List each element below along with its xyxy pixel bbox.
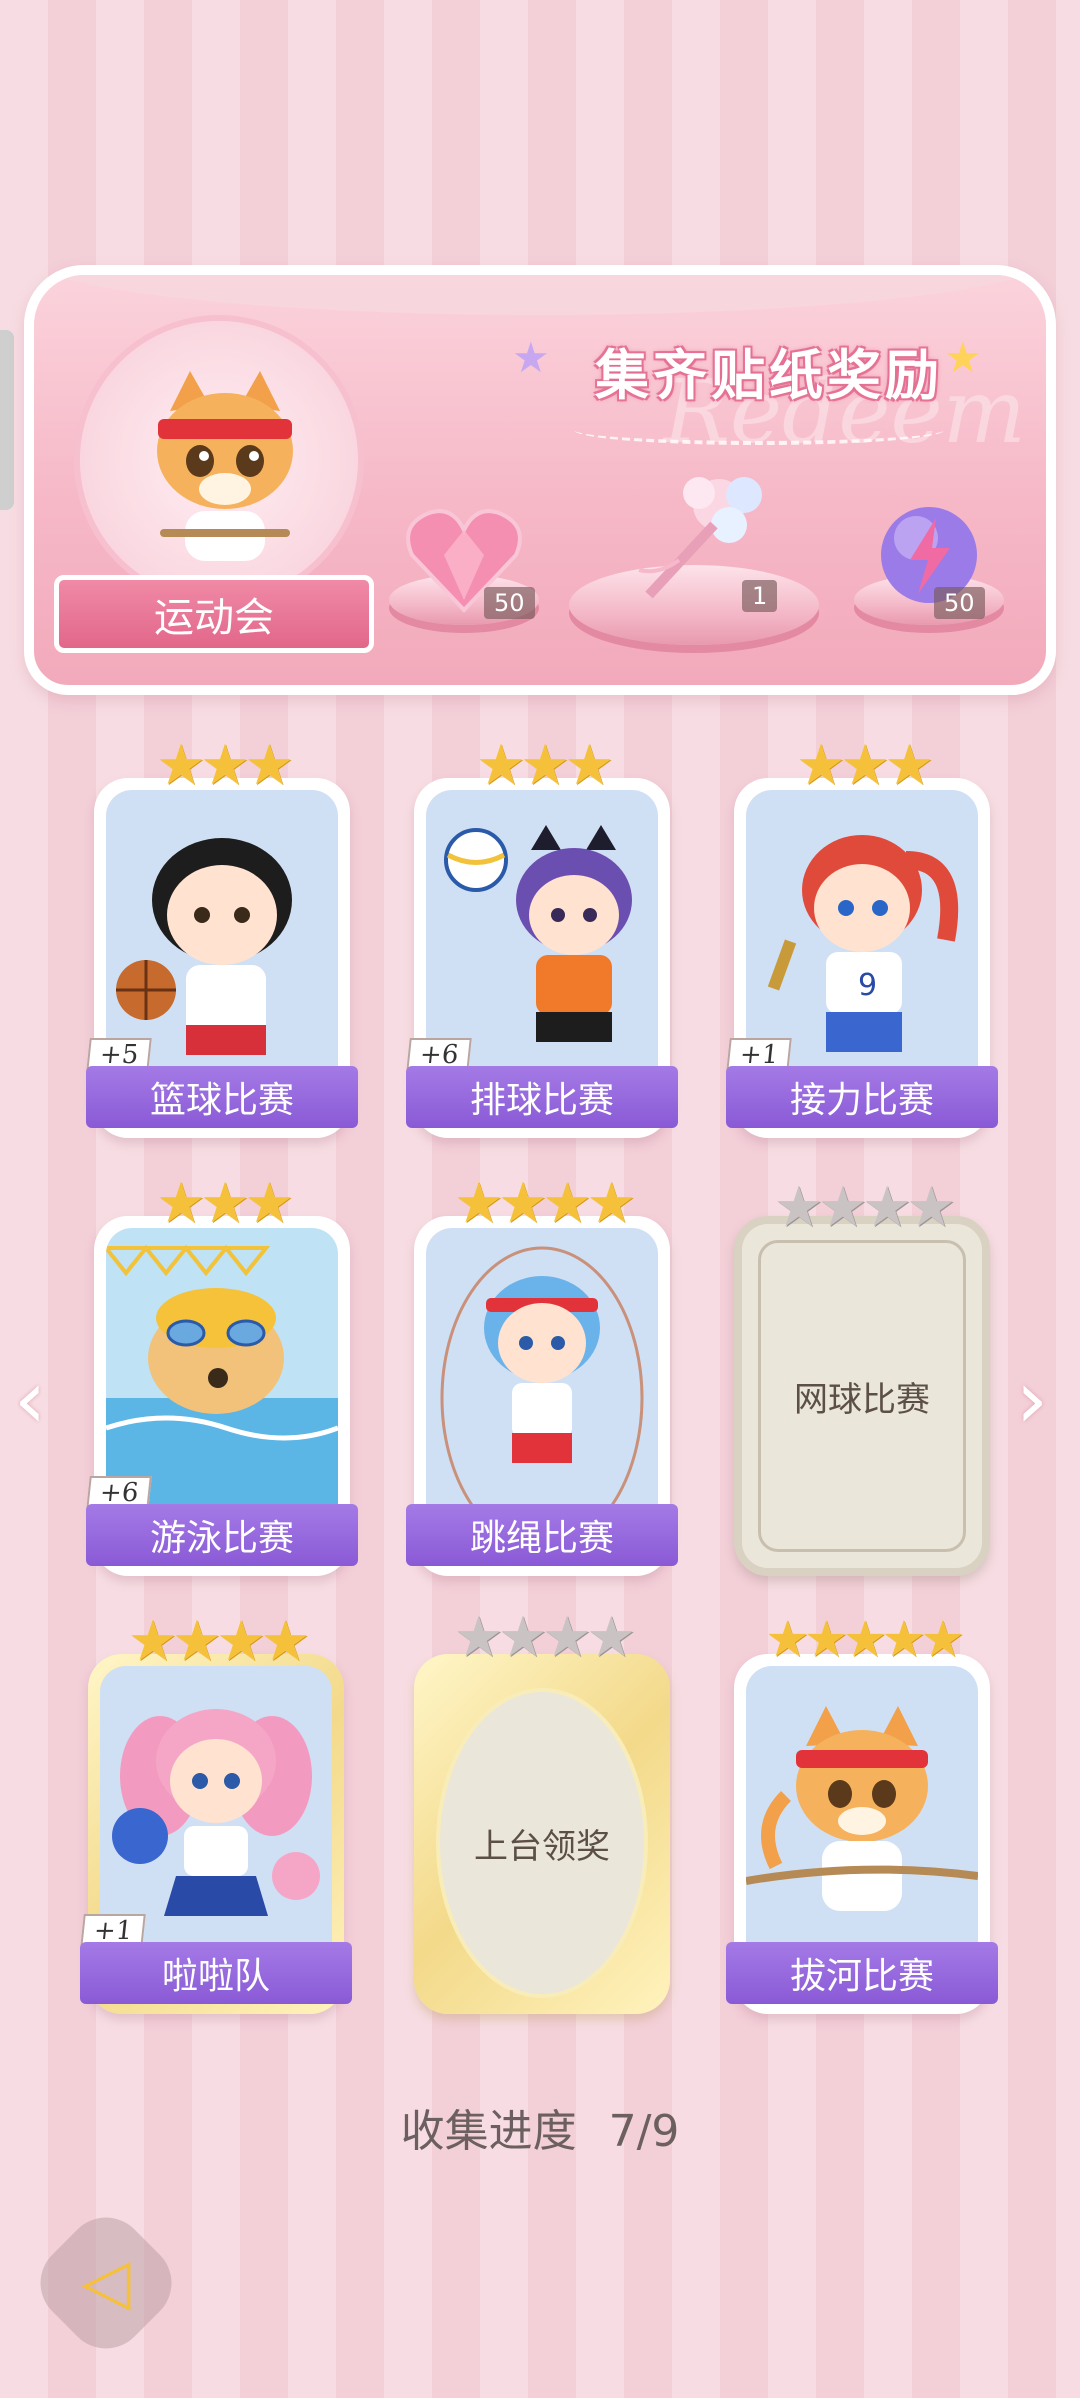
sticker-card-relay[interactable]: ★★★ 9 +1 接力比赛 bbox=[726, 738, 998, 1138]
star-rating: ★★★ bbox=[795, 733, 935, 798]
yellow-star-icon: ★ bbox=[944, 333, 982, 382]
sticker-card-jumprope[interactable]: ★★★★ 跳绳比赛 bbox=[406, 1176, 678, 1576]
reward-count: 1 bbox=[742, 580, 778, 612]
star-rating: ★★★ bbox=[155, 1171, 295, 1236]
side-drawer-handle[interactable] bbox=[0, 330, 14, 510]
locked-card-tennis[interactable]: ★★★★ 网球比赛 bbox=[734, 1180, 990, 1576]
purple-star-icon: ★ bbox=[512, 333, 550, 382]
sticker-card-basketball[interactable]: ★★★ +5 篮球比赛 bbox=[86, 738, 358, 1138]
star-rating: ★★★★ bbox=[127, 1609, 311, 1674]
card-label: 啦啦队 bbox=[80, 1942, 352, 2004]
progress-label: 收集进度 bbox=[400, 2106, 577, 2157]
locked-card-label: 上台领奖 bbox=[436, 1688, 648, 1998]
card-label: 游泳比赛 bbox=[86, 1504, 358, 1566]
sticker-card-swimming[interactable]: ★★★ +6 游泳比赛 bbox=[86, 1176, 358, 1576]
collection-progress: 收集进度 7/9 bbox=[0, 2095, 1080, 2159]
next-page-arrow[interactable]: › bbox=[1016, 1360, 1056, 1440]
card-label: 拔河比赛 bbox=[726, 1942, 998, 2004]
progress-value: 7/9 bbox=[608, 2106, 680, 2157]
star-rating: ★★★★ bbox=[453, 1605, 637, 1670]
reward-banner: Redeem ★ 集齐贴纸奖励 ★ 运动会 50 1 50 bbox=[24, 265, 1056, 695]
sticker-card-cheerleader[interactable]: ★★★★ +1 啦啦队 bbox=[80, 1614, 352, 2014]
sticker-card-tugofwar[interactable]: ★★★★★ 拔河比赛 bbox=[726, 1614, 998, 2014]
locked-card-label: 网球比赛 bbox=[758, 1240, 966, 1552]
svg-text:9: 9 bbox=[858, 968, 877, 1003]
star-rating: ★★★★★ bbox=[764, 1610, 965, 1668]
event-badge: 运动会 bbox=[54, 575, 374, 653]
star-rating: ★★★★ bbox=[773, 1175, 957, 1240]
card-label: 篮球比赛 bbox=[86, 1066, 358, 1128]
card-label: 接力比赛 bbox=[726, 1066, 998, 1128]
sticker-card-volleyball[interactable]: ★★★ +6 排球比赛 bbox=[406, 738, 678, 1138]
orange-cat-icon bbox=[157, 371, 293, 561]
star-rating: ★★★ bbox=[155, 733, 295, 798]
star-rating: ★★★★ bbox=[453, 1171, 637, 1236]
star-rating: ★★★ bbox=[475, 733, 615, 798]
back-arrow-icon: ◁ bbox=[81, 2245, 131, 2319]
event-avatar bbox=[74, 315, 364, 605]
banner-title: 集齐贴纸奖励 bbox=[595, 344, 943, 407]
reward-count: 50 bbox=[484, 587, 535, 619]
card-label: 跳绳比赛 bbox=[406, 1504, 678, 1566]
card-label: 排球比赛 bbox=[406, 1066, 678, 1128]
locked-card-award[interactable]: ★★★★ 上台领奖 bbox=[414, 1610, 670, 2014]
prev-page-arrow[interactable]: ‹ bbox=[14, 1360, 54, 1440]
reward-count: 50 bbox=[934, 587, 985, 619]
dashed-divider bbox=[574, 415, 944, 445]
